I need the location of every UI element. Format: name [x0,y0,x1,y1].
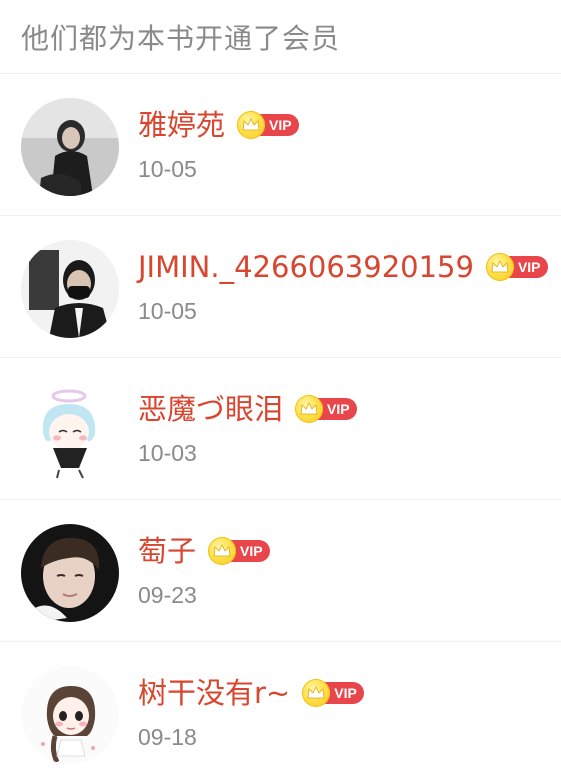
member-list: 雅婷苑 VIP 10-05 JIMIN._4266063920159 VIP 1… [0,74,561,784]
vip-badge: VIP [295,395,357,423]
name-line: 萄子 VIP [138,533,270,569]
join-date: 09-18 [138,724,197,750]
avatar-photo-woman-dark-icon [21,98,119,196]
vip-badge: VIP [302,679,364,707]
crown-icon [295,395,324,423]
member-row[interactable]: 雅婷苑 VIP 10-05 [0,74,561,216]
avatar[interactable] [21,98,119,196]
member-name[interactable]: 恶魔づ眼泪 [138,391,283,427]
join-date: 10-05 [138,298,197,324]
crown-icon [485,253,514,281]
vip-badge: VIP [485,253,548,281]
member-row[interactable]: 树干没有r~ VIP 09-18 [0,642,561,784]
vip-badge: VIP [237,111,299,139]
member-row[interactable]: 萄子 VIP 09-23 [0,500,561,642]
name-line: 雅婷苑 VIP [138,107,299,143]
vip-badge: VIP [208,537,270,565]
member-row[interactable]: JIMIN._4266063920159 VIP 10-05 [0,216,561,358]
crown-icon [237,111,266,139]
name-line: 树干没有r~ VIP [138,675,364,711]
section-header: 他们都为本书开通了会员 [0,0,561,74]
avatar[interactable] [21,240,119,338]
member-name[interactable]: 树干没有r~ [138,675,290,711]
member-name[interactable]: 雅婷苑 [138,107,225,143]
name-line: 恶魔づ眼泪 VIP [138,391,357,427]
section-title: 他们都为本书开通了会员 [21,21,341,55]
member-name[interactable]: 萄子 [138,533,196,569]
avatar[interactable] [21,382,119,480]
join-date: 10-03 [138,440,197,466]
avatar-photo-boy-icon [21,524,119,622]
name-line: JIMIN._4266063920159 VIP [138,249,548,285]
member-name[interactable]: JIMIN._4266063920159 [138,249,474,285]
join-date: 10-05 [138,156,197,182]
avatar-cartoon-girl-icon [21,666,119,764]
avatar[interactable] [21,666,119,764]
member-list-page: 他们都为本书开通了会员 雅婷苑 VIP 10-05 JIMIN._4266063… [0,0,561,781]
avatar[interactable] [21,524,119,622]
avatar-cartoon-angel-icon [21,382,119,480]
crown-icon [208,537,237,565]
member-row[interactable]: 恶魔づ眼泪 VIP 10-03 [0,358,561,500]
join-date: 09-23 [138,582,197,608]
avatar-photo-man-mask-icon [21,240,119,338]
